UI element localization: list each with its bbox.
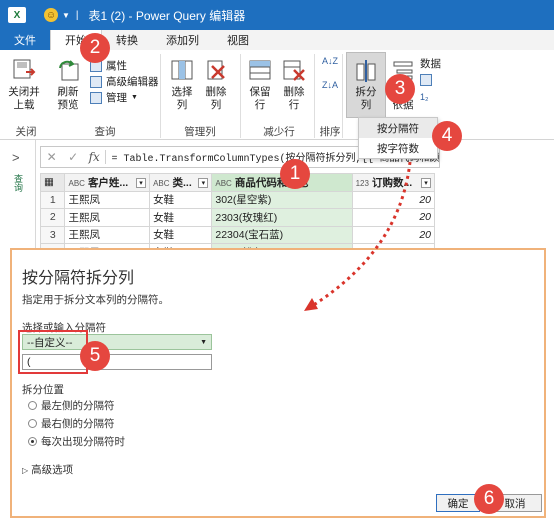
dotted-arrow <box>304 161 412 311</box>
callout-badge: 5 <box>80 341 110 371</box>
callout-badge: 1 <box>280 159 310 189</box>
callout-badge: 4 <box>432 121 462 151</box>
callout-badge: 3 <box>385 74 415 104</box>
callout-badge: 2 <box>80 33 110 63</box>
callout-badge: 6 <box>474 484 504 514</box>
